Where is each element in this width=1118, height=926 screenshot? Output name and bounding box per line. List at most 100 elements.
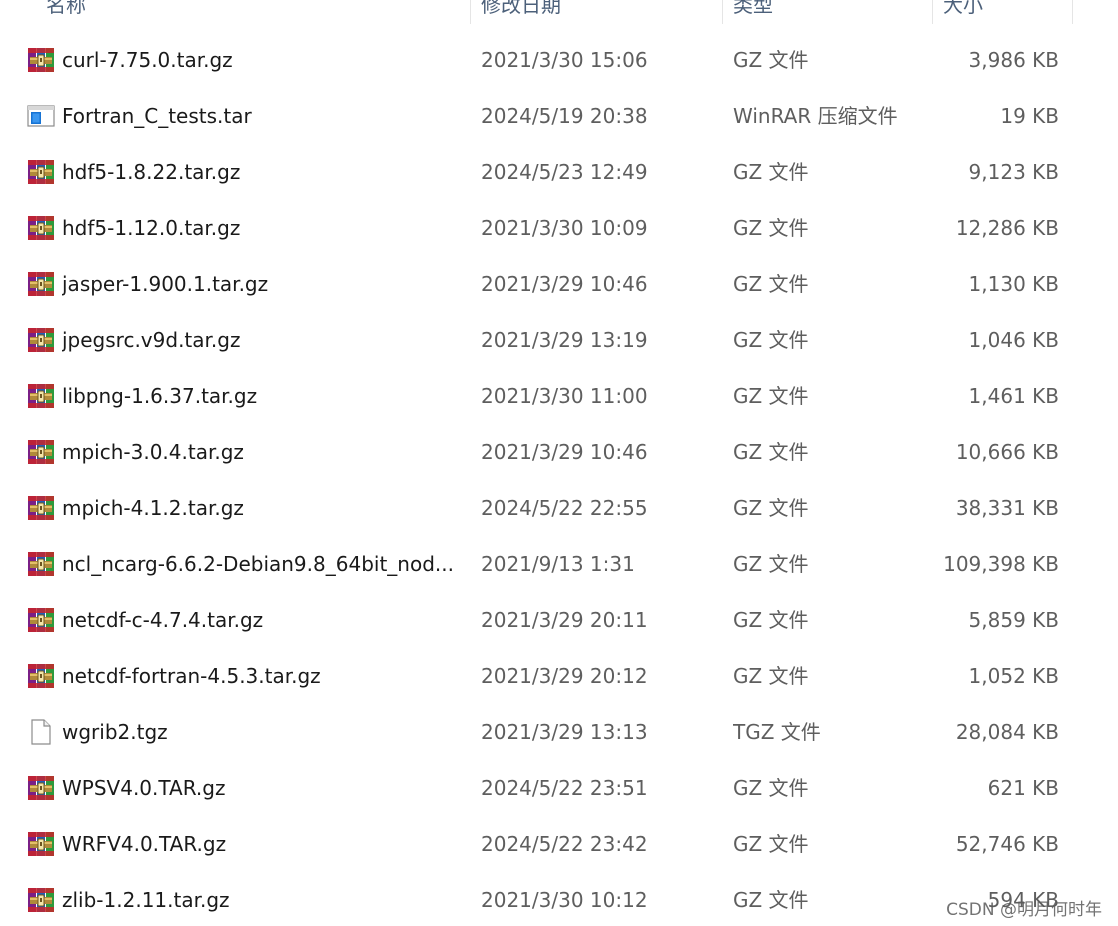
column-header-date[interactable]: 修改日期 <box>471 0 722 24</box>
file-modified-date: 2024/5/23 12:49 <box>481 160 648 184</box>
file-name: jpegsrc.v9d.tar.gz <box>62 328 241 352</box>
file-size: 12,286 KB <box>955 216 1059 240</box>
file-modified-date: 2021/3/29 13:19 <box>481 328 648 352</box>
file-size: 38,331 KB <box>955 496 1059 520</box>
file-modified-date: 2021/3/29 20:11 <box>481 608 648 632</box>
file-type: GZ 文件 <box>733 328 809 352</box>
file-modified-date: 2021/3/30 10:12 <box>481 888 648 912</box>
file-size: 19 KB <box>1000 104 1059 128</box>
file-row[interactable]: netcdf-c-4.7.4.tar.gz 2021/3/29 20:11 GZ 文… <box>0 592 1118 648</box>
file-type: GZ 文件 <box>733 272 809 296</box>
file-type: GZ 文件 <box>733 888 809 912</box>
file-type: GZ 文件 <box>733 832 809 856</box>
file-type: GZ 文件 <box>733 48 809 72</box>
file-row[interactable]: jpegsrc.v9d.tar.gz 2021/3/29 13:19 GZ 文件 1,… <box>0 312 1118 368</box>
file-row[interactable]: ncl_ncarg-6.6.2-Debian9.8_64bit_nod... 20… <box>0 536 1118 592</box>
file-name: netcdf-c-4.7.4.tar.gz <box>62 608 264 632</box>
column-divider[interactable] <box>1072 0 1073 24</box>
file-size: 28,084 KB <box>955 720 1059 744</box>
watermark: CSDN @明月何时年 <box>946 900 1102 920</box>
winrar-archive-icon <box>27 368 55 424</box>
file-row[interactable]: mpich-4.1.2.tar.gz 2024/5/22 22:55 GZ 文件 38… <box>0 480 1118 536</box>
file-row[interactable]: curl-7.75.0.tar.gz 2021/3/30 15:06 GZ 文件 3,… <box>0 32 1118 88</box>
file-modified-date: 2021/3/30 15:06 <box>481 48 648 72</box>
file-type: WinRAR 压缩文件 <box>733 104 898 128</box>
file-name: WRFV4.0.TAR.gz <box>62 832 227 856</box>
file-size: 10,666 KB <box>955 440 1059 464</box>
file-name: curl-7.75.0.tar.gz <box>62 48 233 72</box>
file-size: 52,746 KB <box>955 832 1059 856</box>
file-size: 1,052 KB <box>968 664 1059 688</box>
file-size: 9,123 KB <box>968 160 1059 184</box>
file-type: GZ 文件 <box>733 776 809 800</box>
blank-file-icon <box>27 704 55 760</box>
file-size: 109,398 KB <box>943 552 1059 576</box>
file-name: netcdf-fortran-4.5.3.tar.gz <box>62 664 321 688</box>
file-row[interactable]: WRFV4.0.TAR.gz 2024/5/22 23:42 GZ 文件 52,746… <box>0 816 1118 872</box>
file-row[interactable]: hdf5-1.12.0.tar.gz 2021/3/30 10:09 GZ 文件 12… <box>0 200 1118 256</box>
column-header-type[interactable]: 类型 <box>723 0 932 24</box>
file-name: mpich-3.0.4.tar.gz <box>62 440 244 464</box>
file-size: 5,859 KB <box>968 608 1059 632</box>
file-row[interactable]: jasper-1.900.1.tar.gz 2021/3/29 10:46 GZ 文… <box>0 256 1118 312</box>
winrar-archive-icon <box>27 200 55 256</box>
file-name: zlib-1.2.11.tar.gz <box>62 888 230 912</box>
file-type: GZ 文件 <box>733 216 809 240</box>
file-modified-date: 2021/3/29 20:12 <box>481 664 648 688</box>
winrar-archive-icon <box>27 480 55 536</box>
file-type: GZ 文件 <box>733 608 809 632</box>
file-type: TGZ 文件 <box>733 720 821 744</box>
file-row[interactable]: Fortran_C_tests.tar 2024/5/19 20:38 WinRAR… <box>0 88 1118 144</box>
tar-archive-icon <box>27 88 55 144</box>
winrar-archive-icon <box>27 648 55 704</box>
file-type: GZ 文件 <box>733 552 809 576</box>
file-name: jasper-1.900.1.tar.gz <box>62 272 269 296</box>
winrar-archive-icon <box>27 872 55 926</box>
file-modified-date: 2024/5/22 23:51 <box>481 776 648 800</box>
file-name: hdf5-1.8.22.tar.gz <box>62 160 241 184</box>
file-list: curl-7.75.0.tar.gz 2021/3/30 15:06 GZ 文件 3,… <box>0 32 1118 926</box>
file-row[interactable]: wgrib2.tgz 2021/3/29 13:13 TGZ 文件 28,084 KB <box>0 704 1118 760</box>
winrar-archive-icon <box>27 816 55 872</box>
file-row[interactable]: libpng-1.6.37.tar.gz 2021/3/30 11:00 GZ 文件… <box>0 368 1118 424</box>
column-header-size[interactable]: 大小 <box>933 0 1072 24</box>
file-name: mpich-4.1.2.tar.gz <box>62 496 244 520</box>
file-row[interactable]: mpich-3.0.4.tar.gz 2021/3/29 10:46 GZ 文件 10… <box>0 424 1118 480</box>
column-header-bar: 名称 修改日期 类型 大小 <box>0 0 1118 24</box>
winrar-archive-icon <box>27 256 55 312</box>
file-modified-date: 2021/9/13 1:31 <box>481 552 635 576</box>
winrar-archive-icon <box>27 592 55 648</box>
file-type: GZ 文件 <box>733 160 809 184</box>
file-modified-date: 2021/3/29 13:13 <box>481 720 648 744</box>
file-size: 621 KB <box>987 776 1059 800</box>
file-row[interactable]: hdf5-1.8.22.tar.gz 2024/5/23 12:49 GZ 文件 9,… <box>0 144 1118 200</box>
file-size: 1,130 KB <box>968 272 1059 296</box>
winrar-archive-icon <box>27 312 55 368</box>
file-name: libpng-1.6.37.tar.gz <box>62 384 258 408</box>
file-modified-date: 2024/5/19 20:38 <box>481 104 648 128</box>
column-header-name[interactable]: 名称 <box>36 0 470 24</box>
file-modified-date: 2024/5/22 23:42 <box>481 832 648 856</box>
file-name: wgrib2.tgz <box>62 720 168 744</box>
file-type: GZ 文件 <box>733 384 809 408</box>
file-name: ncl_ncarg-6.6.2-Debian9.8_64bit_nod... <box>62 552 454 576</box>
file-modified-date: 2021/3/29 10:46 <box>481 272 648 296</box>
file-type: GZ 文件 <box>733 440 809 464</box>
winrar-archive-icon <box>27 144 55 200</box>
file-explorer-list: 名称 修改日期 类型 大小 curl-7.75.0.tar.gz 2021/3/3… <box>0 0 1118 926</box>
winrar-archive-icon <box>27 424 55 480</box>
file-modified-date: 2024/5/22 22:55 <box>481 496 648 520</box>
file-type: GZ 文件 <box>733 496 809 520</box>
file-name: hdf5-1.12.0.tar.gz <box>62 216 241 240</box>
file-modified-date: 2021/3/29 10:46 <box>481 440 648 464</box>
file-size: 1,046 KB <box>968 328 1059 352</box>
winrar-archive-icon <box>27 32 55 88</box>
file-size: 3,986 KB <box>968 48 1059 72</box>
winrar-archive-icon <box>27 760 55 816</box>
winrar-archive-icon <box>27 536 55 592</box>
file-type: GZ 文件 <box>733 664 809 688</box>
file-row[interactable]: netcdf-fortran-4.5.3.tar.gz 2021/3/29 20:… <box>0 648 1118 704</box>
file-name: Fortran_C_tests.tar <box>62 104 252 128</box>
file-modified-date: 2021/3/30 11:00 <box>481 384 648 408</box>
file-row[interactable]: WPSV4.0.TAR.gz 2024/5/22 23:51 GZ 文件 621 KB <box>0 760 1118 816</box>
